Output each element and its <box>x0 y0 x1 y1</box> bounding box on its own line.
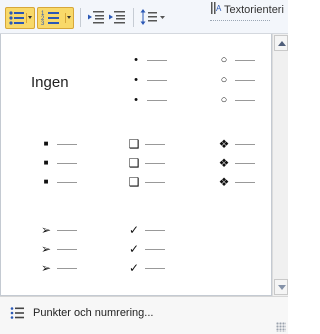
numbering-dropdown-arrow[interactable] <box>65 13 72 23</box>
text-alignment-button-partial[interactable] <box>210 20 270 28</box>
increase-indent-icon <box>109 11 125 24</box>
four-diamond-bullet-icon: ❖ <box>218 175 230 189</box>
bullet-style-diamond-star[interactable]: ❖ ❖ ❖ <box>181 124 271 204</box>
hollow-circle-bullet-icon: ○ <box>220 74 228 86</box>
decrease-indent-icon <box>88 11 104 24</box>
bullets-dropdown-arrow[interactable] <box>26 13 33 23</box>
hollow-circle-bullet-icon: ○ <box>220 94 228 106</box>
line-spacing-icon <box>140 9 165 25</box>
svg-text:3: 3 <box>41 21 45 27</box>
bullet-style-hollow-square[interactable]: ❑ ❑ ❑ <box>91 124 181 204</box>
text-direction-label: Textorienteri <box>224 4 284 16</box>
numbered-list-icon: 1 2 3 <box>41 11 59 27</box>
ribbon-toolbar: 1 2 3 A Textorienteri <box>0 0 288 34</box>
checkmark-bullet-icon: ✓ <box>128 242 140 256</box>
bullet-style-none[interactable]: Ingen <box>1 38 91 118</box>
four-diamond-bullet-icon: ❖ <box>218 156 230 170</box>
decrease-indent-button[interactable] <box>86 7 106 29</box>
scroll-up-button[interactable] <box>274 35 288 51</box>
filled-square-bullet-icon: ■ <box>43 139 49 148</box>
scroll-down-button[interactable] <box>274 279 288 295</box>
filled-square-bullet-icon: ■ <box>43 177 49 186</box>
svg-text:A: A <box>216 4 222 13</box>
bullet-style-filled-square[interactable]: ■ ■ ■ <box>1 124 91 204</box>
arrowhead-bullet-icon: ➢ <box>40 223 52 237</box>
bullets-button[interactable] <box>5 7 35 29</box>
none-label: Ingen <box>31 74 69 91</box>
small-dot-bullet-icon: • <box>134 54 138 66</box>
bullet-style-arrowhead[interactable]: ➢ ➢ ➢ <box>1 210 91 290</box>
gallery-scrollbar[interactable] <box>272 34 288 296</box>
hollow-circle-bullet-icon: ○ <box>220 54 228 66</box>
filled-square-bullet-icon: ■ <box>43 158 49 167</box>
small-dot-bullet-icon: • <box>134 94 138 106</box>
text-direction-button[interactable]: A Textorienteri <box>210 1 284 16</box>
bullet-style-small-dot[interactable]: • • • <box>91 38 181 118</box>
line-spacing-button[interactable] <box>139 7 167 29</box>
small-dot-bullet-icon: • <box>134 74 138 86</box>
bullet-style-checkmark[interactable]: ✓ ✓ ✓ <box>91 210 181 290</box>
bullet-gallery: Ingen • • • ○ ○ ○ ■ ■ ■ ❑ ❑ ❑ ❖ ❖ ❖ ➢ ➢ … <box>0 34 272 296</box>
hollow-square-bullet-icon: ❑ <box>128 175 140 189</box>
checkmark-bullet-icon: ✓ <box>128 223 140 237</box>
ribbon-separator <box>133 8 134 27</box>
increase-indent-button[interactable] <box>107 7 127 29</box>
arrowhead-bullet-icon: ➢ <box>40 261 52 275</box>
bullet-style-hollow-circle[interactable]: ○ ○ ○ <box>181 38 271 118</box>
bullet-list-icon <box>10 307 24 319</box>
bullets-and-numbering-menu-item[interactable]: Punkter och numrering... <box>0 302 288 324</box>
ribbon-separator <box>80 8 81 27</box>
checkmark-bullet-icon: ✓ <box>128 261 140 275</box>
text-direction-icon: A <box>211 2 222 14</box>
hollow-square-bullet-icon: ❑ <box>128 137 140 151</box>
hollow-square-bullet-icon: ❑ <box>128 156 140 170</box>
bullets-and-numbering-label: Punkter och numrering... <box>33 307 154 319</box>
four-diamond-bullet-icon: ❖ <box>218 137 230 151</box>
resize-grip[interactable] <box>276 322 286 332</box>
arrowhead-bullet-icon: ➢ <box>40 242 52 256</box>
numbering-button[interactable]: 1 2 3 <box>37 7 74 29</box>
gallery-footer: Punkter och numrering... <box>0 296 288 334</box>
